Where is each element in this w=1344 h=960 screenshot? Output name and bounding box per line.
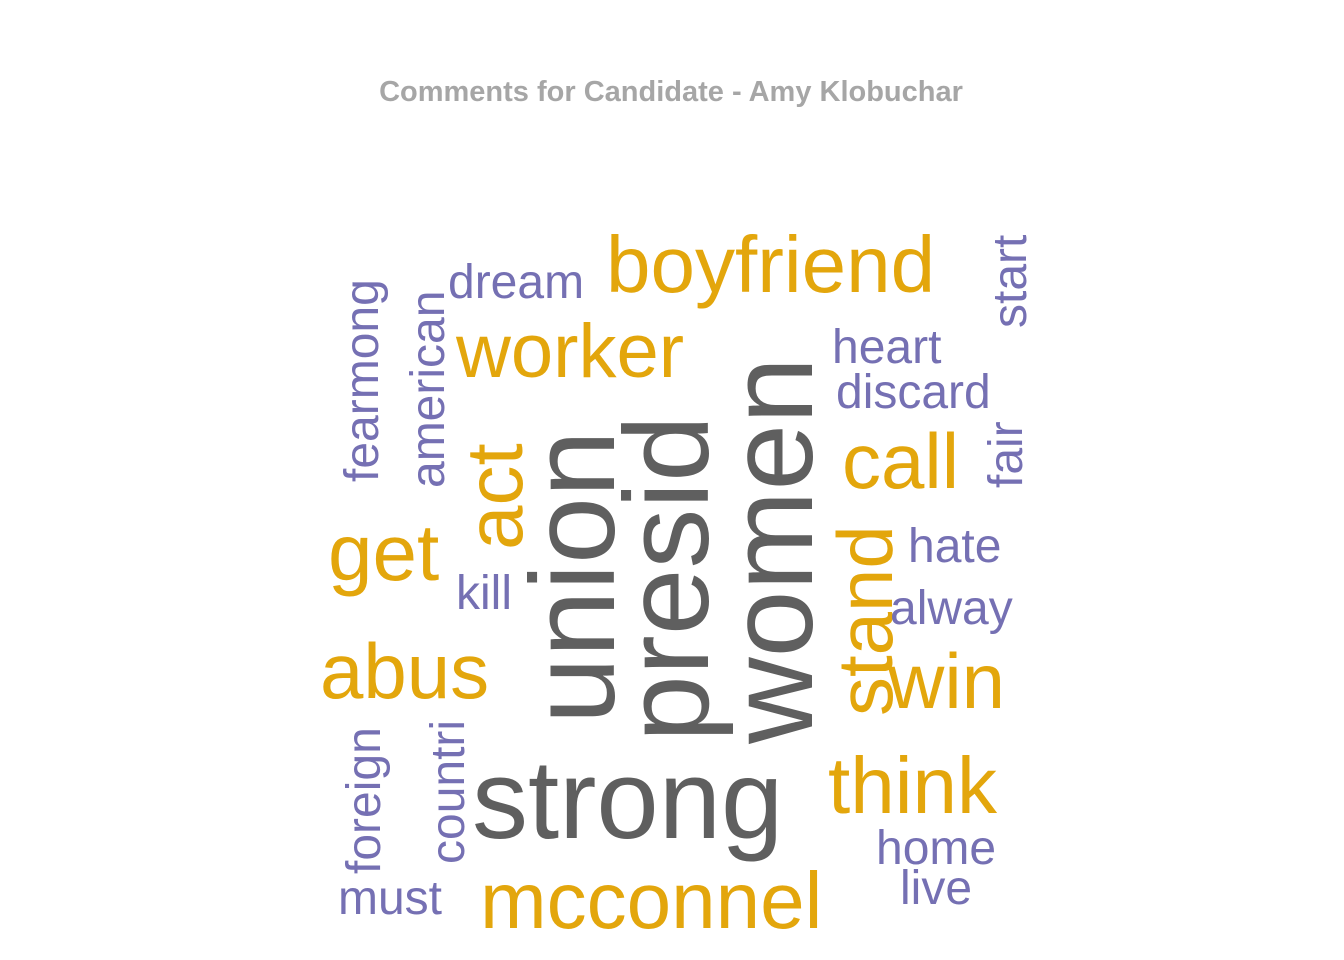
word-dream: dream bbox=[448, 256, 584, 309]
word-strong: strong bbox=[472, 737, 783, 862]
word-fair: fair bbox=[980, 421, 1033, 488]
word-kill: kill bbox=[456, 567, 512, 620]
word-win: win bbox=[887, 637, 1005, 725]
word-worker: worker bbox=[455, 309, 684, 394]
word-discard: discard bbox=[836, 366, 991, 419]
word-get: get bbox=[328, 508, 439, 597]
word-mcconnel: mcconnel bbox=[480, 856, 822, 945]
word-women: women bbox=[704, 357, 838, 745]
word-countri: countri bbox=[422, 720, 475, 864]
word-boyfriend: boyfriend bbox=[606, 220, 935, 309]
word-must: must bbox=[338, 872, 442, 925]
word-alway: alway bbox=[890, 582, 1013, 635]
word-call: call bbox=[842, 417, 959, 505]
word-foreign: foreign bbox=[338, 727, 391, 874]
word-abus: abus bbox=[320, 627, 489, 715]
word-hate: hate bbox=[908, 520, 1001, 573]
word-american: american bbox=[402, 291, 455, 488]
word-live: live bbox=[900, 862, 972, 915]
word-think: think bbox=[828, 741, 998, 830]
word-start: start bbox=[984, 235, 1037, 328]
word-act: act bbox=[450, 443, 539, 550]
word-fearmong: fearmong bbox=[336, 279, 389, 482]
page: Comments for Candidate - Amy Klobuchar p… bbox=[0, 0, 1344, 960]
word-cloud: presidwomenstrongunionmcconnelboyfriendw… bbox=[320, 220, 1037, 945]
